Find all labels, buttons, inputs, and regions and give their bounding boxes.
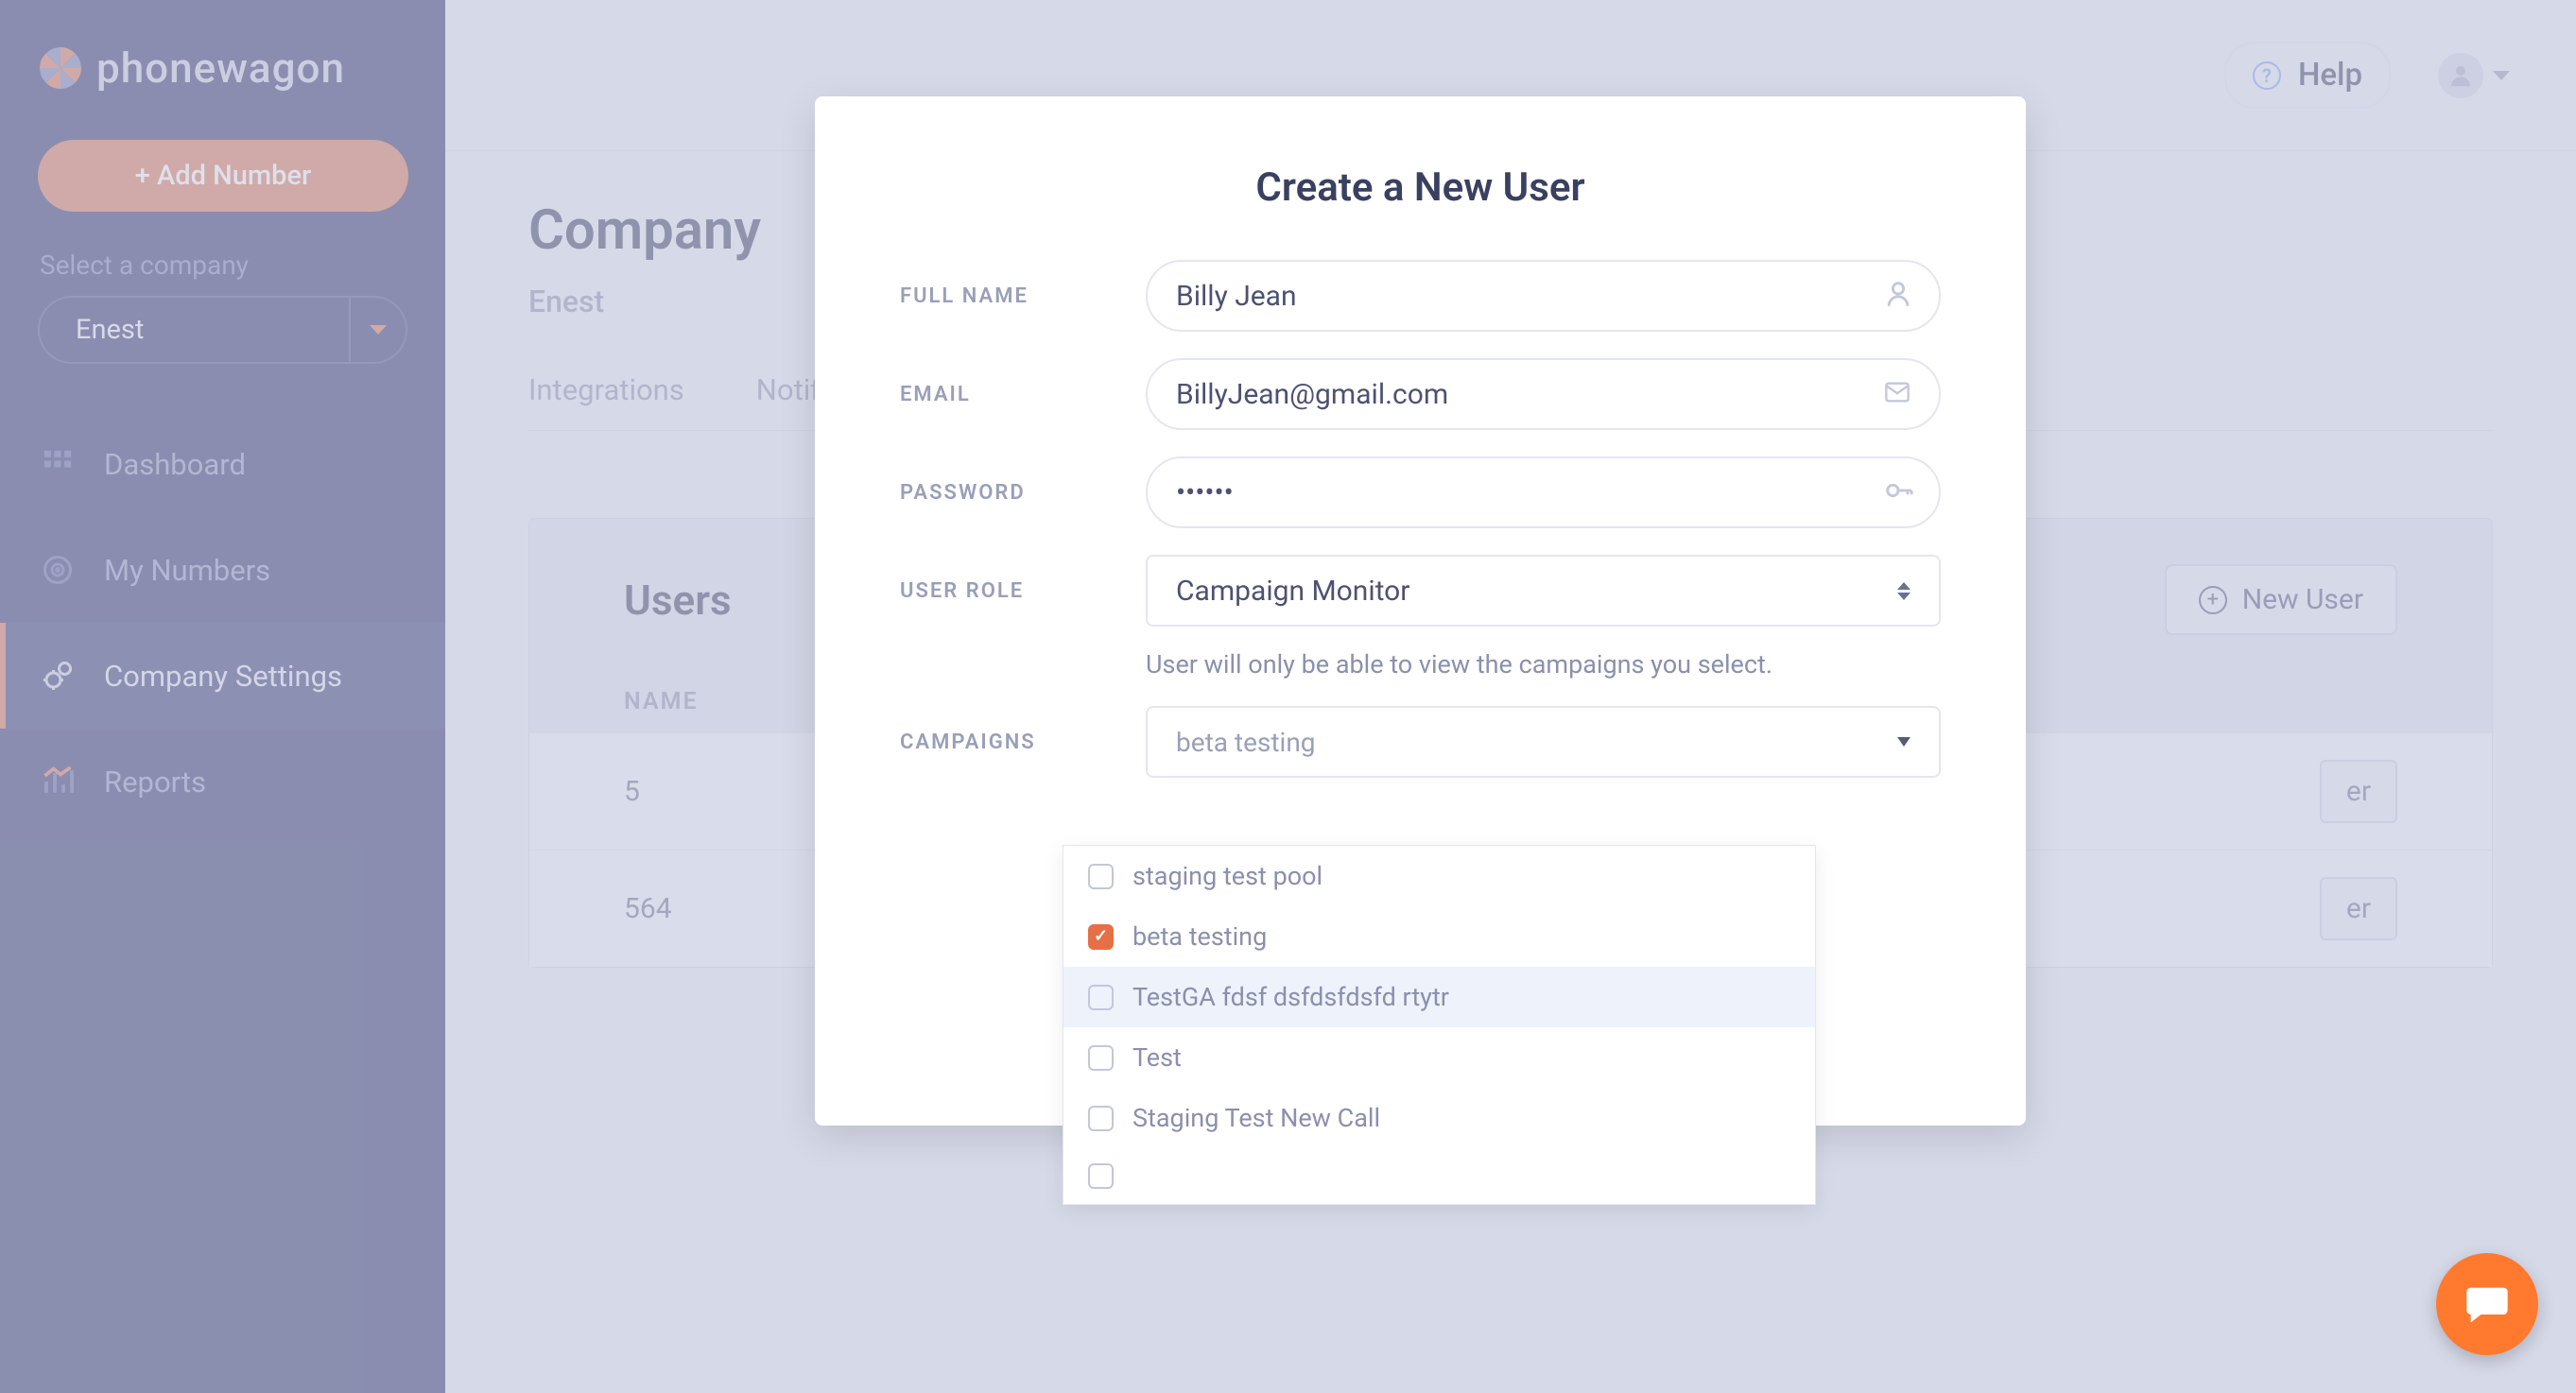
label-user-role: USER ROLE [900,579,1117,603]
chat-fab[interactable] [2436,1253,2538,1355]
label-full-name: FULL NAME [900,284,1117,308]
label-email: EMAIL [900,383,1117,406]
campaigns-value: beta testing [1176,727,1316,758]
campaign-option-label: TestGA fdsf dsfdsfdsfd rtytr [1132,982,1449,1012]
checkbox-icon [1088,1045,1114,1071]
select-sort-icon [1897,582,1910,600]
password-input-wrap [1146,456,1941,528]
campaign-option[interactable]: staging test pool [1063,846,1815,906]
checkbox-icon [1088,864,1114,889]
campaign-option[interactable] [1063,1148,1815,1204]
full-name-input[interactable] [1146,260,1941,332]
modal-title: Create a New User [900,164,1941,211]
checkbox-icon [1088,1163,1114,1189]
user-icon [1882,278,1914,314]
form-row-full-name: FULL NAME [900,260,1941,332]
checkbox-icon [1088,924,1114,950]
email-input[interactable] [1146,358,1941,430]
campaign-option[interactable]: TestGA fdsf dsfdsfdsfd rtytr [1063,967,1815,1027]
email-input-wrap [1146,358,1941,430]
campaign-option[interactable]: beta testing [1063,906,1815,967]
user-role-value: Campaign Monitor [1176,575,1409,608]
password-input[interactable] [1146,456,1941,528]
campaign-option-label: Staging Test New Call [1132,1103,1380,1133]
campaign-option-label: beta testing [1132,921,1267,952]
label-password: PASSWORD [900,481,1117,505]
app-root: phonewagon + Add Number Select a company… [0,0,2576,1393]
checkbox-icon [1088,1106,1114,1131]
form-row-user-role: USER ROLE Campaign Monitor [900,555,1941,627]
label-campaigns: CAMPAIGNS [900,731,1117,754]
campaign-option-label: Test [1132,1042,1182,1073]
form-row-email: EMAIL [900,358,1941,430]
checkbox-icon [1088,985,1114,1010]
campaign-option[interactable]: Test [1063,1027,1815,1088]
mail-icon [1880,379,1914,409]
form-row-password: PASSWORD [900,456,1941,528]
full-name-input-wrap [1146,260,1941,332]
user-role-select[interactable]: Campaign Monitor [1146,555,1941,627]
form-row-campaigns: CAMPAIGNS beta testing [900,706,1941,778]
campaign-option-label: staging test pool [1132,861,1323,891]
key-icon [1882,474,1914,510]
campaigns-dropdown: staging test pool beta testing TestGA fdsf… [1063,845,1816,1205]
campaign-option[interactable]: Staging Test New Call [1063,1088,1815,1148]
campaigns-select[interactable]: beta testing [1146,706,1941,778]
user-role-select-wrap: Campaign Monitor [1146,555,1941,627]
helper-text: User will only be able to view the campa… [1146,649,1941,679]
chevron-down-icon [1897,737,1910,747]
campaigns-select-wrap: beta testing [1146,706,1941,778]
